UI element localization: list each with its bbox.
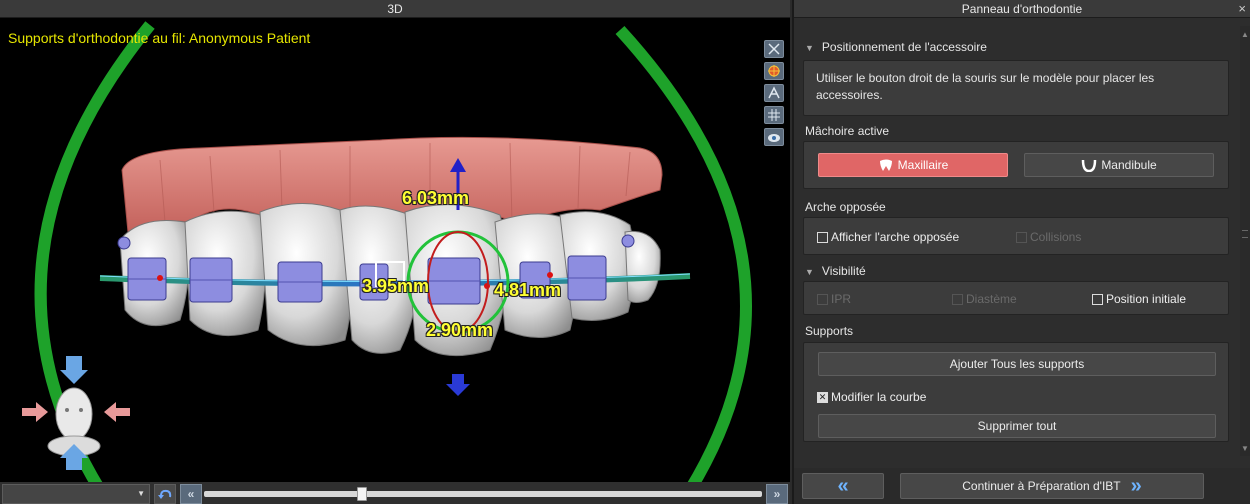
collapse-triangle-icon: ▼ (805, 43, 814, 53)
delete-all-label: Supprimer tout (977, 419, 1057, 433)
double-chevron-right-icon: » (773, 487, 781, 501)
opposite-arch-box: Afficher l'arche opposée Collisions (803, 217, 1229, 255)
panel-scrollbar[interactable]: ▲ ▼ (1240, 26, 1250, 456)
dental-scene[interactable] (0, 0, 790, 504)
jaw-box: Maxillaire Mandibule (803, 141, 1229, 189)
next-frame-button[interactable]: » (766, 484, 788, 504)
add-all-supports-label: Ajouter Tous les supports (949, 357, 1085, 371)
viewport-caption: Supports d'orthodontie au fil: Anonymous… (8, 30, 311, 46)
positioning-header[interactable]: ▼ Positionnement de l'accessoire (805, 40, 987, 54)
initial-position-label: Position initiale (1106, 292, 1187, 306)
checkbox-box (817, 293, 828, 305)
add-all-supports-button[interactable]: Ajouter Tous les supports (818, 352, 1216, 376)
gimbal-down-arrow (446, 374, 470, 396)
checkbox-box (1092, 293, 1103, 305)
visibility-box: IPR Diastème Position initiale (803, 281, 1229, 315)
panel-footer: « Continuer à Préparation d'IBT » (794, 468, 1250, 504)
continue-label: Continuer à Préparation d'IBT (962, 479, 1121, 493)
diastema-label: Diastème (966, 292, 1017, 306)
visibility-header[interactable]: ▼ Visibilité (805, 264, 866, 278)
diastema-checkbox[interactable]: Diastème (952, 292, 1017, 306)
supports-box: Ajouter Tous les supports ✕ Modifier la … (803, 342, 1229, 442)
checkbox-checked-icon: ✕ (817, 391, 828, 403)
measurement-left: 3.95mm (362, 276, 430, 296)
prev-frame-button[interactable]: « (180, 484, 202, 504)
positioning-instruction: Utiliser le bouton droit de la souris su… (816, 71, 1155, 102)
landmark-tool-button[interactable] (764, 62, 784, 80)
maxillary-label: Maxillaire (897, 158, 949, 172)
opposite-arch-header: Arche opposée (805, 200, 886, 214)
collisions-label: Collisions (1030, 230, 1082, 244)
double-chevron-right-icon: » (1130, 475, 1142, 497)
maxillary-button[interactable]: Maxillaire (818, 153, 1008, 177)
ipr-label: IPR (831, 292, 852, 306)
jaw-header: Mâchoire active (805, 124, 890, 138)
3d-viewport[interactable]: 3D Supports d'orthodontie au fil: Anonym… (0, 0, 790, 504)
timeline-handle[interactable] (357, 487, 367, 501)
grid-tool-button[interactable] (764, 106, 784, 124)
initial-position-checkbox[interactable]: Position initiale (1092, 292, 1186, 306)
scroll-up-icon[interactable]: ▲ (1241, 30, 1249, 39)
undo-rotation-button[interactable] (154, 484, 176, 504)
cut-tool-icon (768, 43, 780, 55)
panel-title: Panneau d'orthodontie × (794, 0, 1250, 18)
close-icon[interactable]: × (1238, 0, 1246, 18)
grid-icon (768, 109, 780, 121)
double-chevron-left-icon: « (837, 474, 849, 497)
ipr-checkbox[interactable]: IPR (817, 292, 851, 306)
positioning-instruction-box: Utiliser le bouton droit de la souris su… (803, 60, 1229, 116)
positioning-header-label: Positionnement de l'accessoire (821, 40, 987, 54)
timeline-slider[interactable] (204, 487, 762, 501)
landmark-tool-icon (768, 65, 780, 77)
visibility-header-label: Visibilité (821, 264, 866, 278)
collapse-triangle-icon: ▼ (805, 267, 814, 277)
delete-all-button[interactable]: Supprimer tout (818, 414, 1216, 438)
panel-title-text: Panneau d'orthodontie (961, 2, 1083, 16)
undo-icon (158, 489, 172, 499)
scroll-grip[interactable] (1242, 230, 1248, 238)
viewport-bottom-toolbar: ▼ « » (0, 482, 790, 504)
measurement-right: 4.81mm (494, 280, 562, 300)
maxillary-tooth-icon (879, 159, 892, 171)
annotation-tool-button[interactable] (764, 84, 784, 102)
orthodontic-panel: Panneau d'orthodontie × ▼ Positionnement … (792, 0, 1250, 504)
cut-tool-button[interactable] (764, 40, 784, 58)
mandible-arch-icon (1082, 159, 1097, 172)
continue-button[interactable]: Continuer à Préparation d'IBT » (900, 473, 1204, 499)
scroll-down-icon[interactable]: ▼ (1241, 444, 1249, 453)
xray-view-icon (768, 134, 780, 142)
annotation-tool-icon (768, 86, 780, 99)
measurement-bottom: 2.90mm (426, 320, 494, 340)
orientation-widget (22, 356, 130, 470)
modify-curve-label: Modifier la courbe (831, 390, 927, 404)
mandible-label: Mandibule (1101, 158, 1157, 172)
checkbox-box (952, 293, 963, 305)
modify-curve-checkbox[interactable]: ✕ Modifier la courbe (817, 390, 926, 404)
double-chevron-left-icon: « (187, 487, 195, 501)
checkbox-box (817, 231, 828, 243)
checkbox-box (1016, 231, 1027, 243)
measurement-top: 6.03mm (402, 188, 470, 208)
collisions-checkbox[interactable]: Collisions (1016, 230, 1081, 244)
show-opposite-arch-checkbox[interactable]: Afficher l'arche opposée (817, 230, 959, 244)
xray-view-button[interactable] (764, 128, 784, 146)
supports-header: Supports (805, 324, 854, 338)
mandible-button[interactable]: Mandibule (1024, 153, 1214, 177)
show-opposite-arch-label: Afficher l'arche opposée (831, 230, 960, 244)
view-select[interactable]: ▼ (2, 484, 150, 504)
back-button[interactable]: « (802, 473, 884, 499)
chevron-down-icon: ▼ (137, 489, 145, 498)
